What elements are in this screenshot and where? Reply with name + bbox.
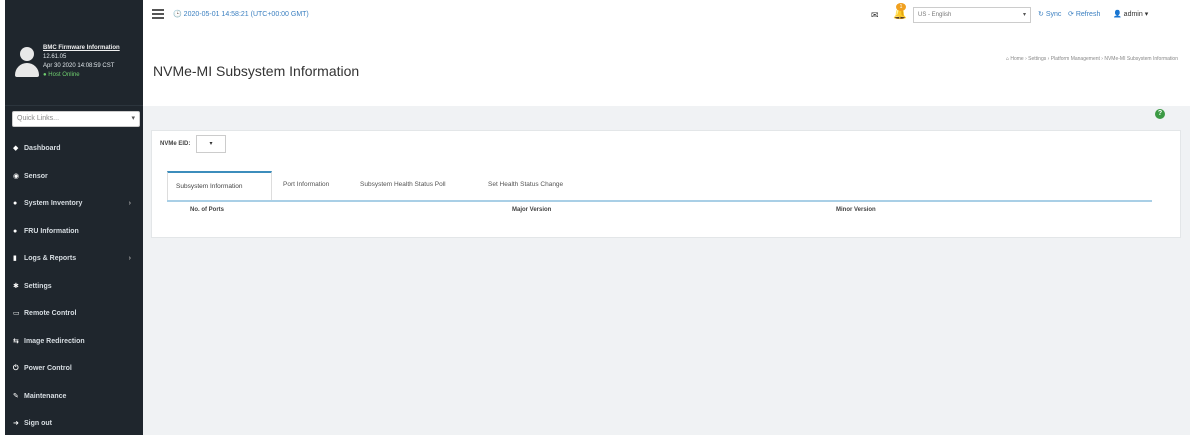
page-title: NVMe-MI Subsystem Information	[153, 63, 360, 79]
column-header-major-version: Major Version	[512, 207, 552, 213]
sync-button[interactable]: ↻ Sync	[1038, 10, 1061, 18]
dashboard-icon: ◆	[13, 145, 19, 152]
sidebar-item-maintenance[interactable]: ✎ Maintenance	[5, 383, 143, 411]
nvme-eid-select[interactable]: ▾	[196, 135, 226, 153]
notification-badge: 1	[896, 3, 906, 11]
tab-subsystem-information[interactable]: Subsystem Information	[167, 171, 272, 201]
inventory-icon: ●	[13, 200, 18, 207]
envelope-icon[interactable]: ✉	[871, 10, 879, 21]
language-select[interactable]: US - English ▾	[913, 7, 1031, 23]
sidebar-item-fru-information[interactable]: ● FRU Information	[5, 218, 143, 246]
help-icon[interactable]: ?	[1155, 109, 1165, 119]
info-icon: ●	[13, 227, 18, 235]
host-status: ● Host Online	[43, 72, 80, 78]
avatar-icon	[14, 47, 40, 79]
column-header-ports: No. of Ports	[190, 207, 224, 213]
datetime-display: 🕒 2020-05-01 14:58:21 (UTC+00:00 GMT)	[173, 11, 309, 18]
sidebar-item-image-redirection[interactable]: ⇆ Image Redirection	[5, 328, 143, 356]
user-menu-button[interactable]: 👤 admin ▾	[1113, 10, 1148, 18]
breadcrumb: ⌂ Home › Settings › Platform Management …	[1005, 56, 1178, 62]
firmware-version: 12.61.05	[43, 54, 67, 60]
wrench-icon: ✎	[13, 392, 19, 400]
sign-out-icon: ➜	[13, 420, 19, 427]
sidebar-item-label: Maintenance	[24, 392, 67, 400]
refresh-button[interactable]: ⟳ Refresh	[1068, 10, 1100, 18]
sidebar-item-label: Dashboard	[24, 145, 61, 152]
sidebar-item-logs-reports[interactable]: ▮ Logs & Reports ›	[5, 245, 143, 273]
tab-underline	[167, 200, 1152, 202]
sidebar-item-label: Sensor	[24, 172, 48, 180]
sidebar-item-label: System Inventory	[24, 200, 83, 207]
home-icon: ⌂	[1005, 56, 1009, 62]
top-bar: 🕒 2020-05-01 14:58:21 (UTC+00:00 GMT) ✉ …	[143, 0, 1190, 38]
nvme-eid-label: NVMe EID:	[160, 141, 191, 147]
firmware-build-date: Apr 30 2020 14:08:59 CST	[43, 63, 115, 69]
sidebar-item-label: FRU Information	[24, 227, 79, 235]
main-content: NVMe-MI Subsystem Information ⌂ Home › S…	[143, 38, 1190, 435]
sidebar-item-label: Image Redirection	[24, 337, 85, 345]
sidebar-item-label: Logs & Reports	[24, 255, 77, 262]
quick-links-select[interactable]: Quick Links... ▾	[12, 111, 140, 127]
sidebar-item-power-control[interactable]: ⏻ Power Control	[5, 355, 143, 383]
tab-port-information[interactable]: Port Information	[275, 171, 337, 201]
breadcrumb-home[interactable]: Home	[1010, 56, 1023, 62]
tab-set-health-status-change[interactable]: Set Health Status Change	[480, 171, 571, 201]
firmware-info-link[interactable]: BMC Firmware Information	[43, 44, 120, 53]
breadcrumb-settings[interactable]: Settings	[1028, 56, 1046, 62]
breadcrumb-current: NVMe-MI Subsystem Information	[1104, 56, 1178, 62]
refresh-icon: ⟳	[1068, 11, 1074, 18]
sidebar-item-settings[interactable]: ✱ Settings	[5, 273, 143, 301]
sidebar-item-label: Remote Control	[24, 310, 77, 317]
sidebar-item-label: Power Control	[24, 365, 72, 372]
notifications-button[interactable]: 🔔 1	[893, 3, 907, 21]
breadcrumb-platform[interactable]: Platform Management	[1051, 56, 1100, 62]
chevron-down-icon: ▾	[1022, 12, 1026, 18]
chevron-right-icon: ›	[128, 200, 131, 207]
gear-icon: ✱	[13, 282, 19, 290]
sidebar-item-label: Settings	[24, 282, 52, 290]
sidebar-item-sign-out[interactable]: ➜ Sign out	[5, 410, 143, 438]
user-icon: 👤	[1113, 11, 1122, 18]
chevron-down-icon: ▾	[131, 115, 135, 122]
page-header: NVMe-MI Subsystem Information ⌂ Home › S…	[143, 38, 1190, 106]
sidebar-menu: ◆ Dashboard ◉ Sensor ● System Inventory › ● FRU …	[5, 135, 143, 438]
power-icon: ⏻	[13, 365, 19, 372]
tab-subsystem-health-status-poll[interactable]: Subsystem Health Status Poll	[352, 171, 454, 201]
sidebar: BMC Firmware Information 12.61.05 Apr 30…	[5, 0, 143, 435]
sidebar-item-remote-control[interactable]: ▭ Remote Control	[5, 300, 143, 328]
sidebar-item-sensor[interactable]: ◉ Sensor	[5, 163, 143, 191]
chevron-right-icon: ›	[128, 255, 131, 262]
sidebar-item-system-inventory[interactable]: ● System Inventory ›	[5, 190, 143, 218]
sidebar-item-label: Sign out	[24, 420, 52, 427]
column-header-minor-version: Minor Version	[836, 207, 876, 213]
sync-icon: ↻	[1038, 11, 1044, 18]
hamburger-menu-icon[interactable]	[152, 9, 164, 19]
sensor-icon: ◉	[13, 172, 20, 180]
monitor-icon: ▭	[13, 310, 20, 317]
firmware-info: BMC Firmware Information 12.61.05 Apr 30…	[43, 44, 120, 80]
sidebar-item-dashboard[interactable]: ◆ Dashboard	[5, 135, 143, 163]
chart-icon: ▮	[13, 255, 17, 262]
user-panel: BMC Firmware Information 12.61.05 Apr 30…	[5, 0, 143, 106]
image-icon: ⇆	[13, 337, 19, 345]
